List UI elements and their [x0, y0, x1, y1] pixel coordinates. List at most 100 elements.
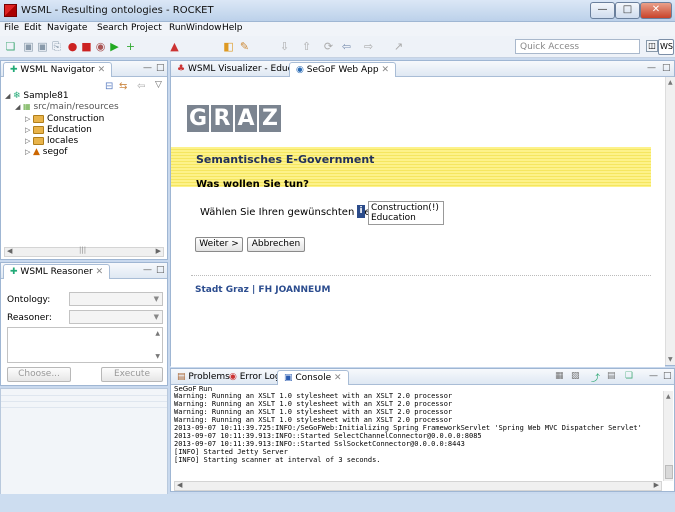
minimize-view-icon[interactable]: — — [143, 265, 152, 275]
divider — [1, 407, 167, 408]
console-output[interactable]: Warning: Running an XSLT 1.0 stylesheet … — [174, 392, 662, 464]
scroll-right-icon[interactable]: ▶ — [654, 481, 659, 489]
tree-item-source-folder[interactable]: ◢ ▦ src/main/resources — [15, 102, 119, 112]
tree-item-project[interactable]: ◢ ❄ Sample81 — [5, 91, 69, 101]
menu-help[interactable]: Help — [222, 23, 243, 33]
area-listbox[interactable]: Construction(!) Education — [368, 201, 444, 225]
scroll-left-icon[interactable]: ◀ — [7, 247, 12, 255]
scroll-up-icon[interactable]: ▲ — [668, 79, 673, 86]
choose-button[interactable]: Choose... — [7, 367, 71, 382]
wsml-tool-icon[interactable]: ▲ — [168, 40, 181, 53]
scroll-lock-icon[interactable]: ▦ — [555, 371, 564, 381]
scroll-thumb[interactable] — [665, 465, 673, 479]
execute-button[interactable]: Execute — [101, 367, 163, 382]
query-text-area[interactable]: ▲ ▼ — [7, 327, 163, 363]
menu-navigate[interactable]: Navigate — [47, 23, 87, 33]
close-tab-icon[interactable]: ✕ — [334, 373, 342, 383]
minimize-view-icon[interactable]: — — [649, 371, 658, 381]
tab-wsml-navigator[interactable]: ✚ WSML Navigator ✕ — [3, 62, 113, 77]
tab-segof-web-app[interactable]: ◉ SeGoF Web App ✕ — [289, 62, 396, 77]
close-tab-icon[interactable]: ✕ — [96, 267, 104, 277]
navigator-horizontal-scrollbar[interactable]: ◀ ||| ▶ — [4, 246, 164, 257]
tab-console[interactable]: ▣ Console ✕ — [277, 370, 349, 385]
back-icon[interactable]: ⇦ — [340, 40, 353, 53]
menu-run[interactable]: Run — [169, 23, 186, 33]
maximize-view-icon[interactable]: □ — [156, 265, 165, 275]
menu-project[interactable]: Project — [131, 23, 162, 33]
close-tab-icon[interactable]: ✕ — [381, 65, 389, 75]
cancel-button[interactable]: Abbrechen — [247, 237, 305, 252]
scroll-down-icon[interactable]: ▼ — [155, 353, 160, 360]
pencil-icon[interactable]: ✎ — [238, 40, 251, 53]
collapse-toggle-icon[interactable]: ▷ — [25, 126, 33, 134]
menu-window[interactable]: Window — [186, 23, 222, 33]
print-icon[interactable]: ⎘ — [50, 40, 63, 53]
tree-item-package[interactable]: ▷ ▲ segof — [25, 147, 67, 157]
next-button[interactable]: Weiter > — [195, 237, 243, 252]
next-annotation-icon[interactable]: ⇩ — [278, 40, 291, 53]
lower-left-panel — [0, 388, 168, 502]
console-vertical-scrollbar[interactable]: ▲ — [663, 391, 673, 481]
back-nav-icon[interactable]: ⇦ — [137, 81, 145, 92]
web-vertical-scrollbar[interactable]: ▲ ▼ — [665, 77, 675, 365]
external-icon[interactable]: ↗ — [392, 40, 405, 53]
console-horizontal-scrollbar[interactable]: ◀ ▶ — [174, 481, 662, 491]
maximize-view-icon[interactable]: □ — [663, 371, 672, 381]
pin-console-icon[interactable]: ⤴ — [591, 371, 600, 384]
scroll-down-icon[interactable]: ▼ — [668, 356, 673, 363]
close-tab-icon[interactable]: ✕ — [98, 65, 106, 75]
scroll-thumb-grip[interactable]: ||| — [79, 246, 86, 254]
visualizer-icon: ♣ — [177, 64, 186, 74]
save-all-icon[interactable]: ▣ — [36, 40, 49, 53]
menu-file[interactable]: File — [4, 23, 19, 33]
save-icon[interactable]: ▣ — [22, 40, 35, 53]
scroll-up-icon[interactable]: ▲ — [666, 393, 671, 400]
link-editor-icon[interactable]: ⇆ — [119, 81, 127, 92]
open-perspective-icon[interactable]: ◫ — [646, 40, 658, 52]
info-icon[interactable]: i — [357, 205, 365, 218]
collapse-toggle-icon[interactable]: ▷ — [25, 137, 33, 145]
prev-annotation-icon[interactable]: ⇧ — [300, 40, 313, 53]
forward-icon[interactable]: ⇨ — [362, 40, 375, 53]
menu-search[interactable]: Search — [97, 23, 128, 33]
open-console-icon[interactable]: ❏ — [625, 371, 633, 381]
scroll-up-icon[interactable]: ▲ — [155, 330, 160, 337]
minimize-button[interactable]: — — [590, 2, 615, 19]
add-icon[interactable]: + — [124, 40, 137, 53]
minimize-view-icon[interactable]: — — [143, 63, 152, 73]
stop-icon[interactable]: ■ — [80, 40, 93, 53]
minimize-view-icon[interactable]: — — [647, 63, 656, 73]
list-option[interactable]: Education — [371, 213, 441, 223]
tree-item-folder[interactable]: ▷ Education — [25, 125, 92, 135]
expand-toggle-icon[interactable]: ◢ — [15, 103, 23, 111]
ontology-select[interactable]: ▼ — [69, 292, 163, 306]
footer-links[interactable]: Stadt Graz | FH JOANNEUM — [195, 285, 330, 295]
collapse-all-icon[interactable]: ⊟ — [105, 81, 113, 92]
last-edit-icon[interactable]: ⟳ — [322, 40, 335, 53]
run-icon[interactable]: ▶ — [108, 40, 121, 53]
maximize-view-icon[interactable]: □ — [662, 63, 671, 73]
reasoner-select[interactable]: ▼ — [69, 310, 163, 324]
maximize-button[interactable]: □ — [615, 2, 640, 19]
toggle-icon[interactable]: ◉ — [94, 40, 107, 53]
display-console-icon[interactable]: ▤ — [607, 371, 616, 381]
menu-edit[interactable]: Edit — [24, 23, 41, 33]
tree-item-folder[interactable]: ▷ locales — [25, 136, 78, 146]
open-folder-icon[interactable]: ◧ — [222, 40, 235, 53]
tab-wsml-reasoner[interactable]: ✚ WSML Reasoner ✕ — [3, 264, 111, 279]
word-wrap-icon[interactable]: ▧ — [571, 371, 580, 381]
new-icon[interactable]: ❏ — [4, 40, 17, 53]
maximize-view-icon[interactable]: □ — [156, 63, 165, 73]
expand-toggle-icon[interactable]: ◢ — [5, 92, 13, 100]
debug-icon[interactable]: ● — [66, 40, 79, 53]
scroll-right-icon[interactable]: ▶ — [156, 247, 161, 255]
collapse-toggle-icon[interactable]: ▷ — [25, 148, 33, 156]
quick-access-input[interactable]: Quick Access — [515, 39, 640, 54]
scroll-left-icon[interactable]: ◀ — [177, 481, 182, 489]
view-menu-icon[interactable]: ▽ — [155, 80, 162, 90]
tree-item-folder[interactable]: ▷ Construction — [25, 114, 104, 124]
list-option[interactable]: Construction(!) — [371, 203, 441, 213]
close-button[interactable]: ✕ — [640, 2, 672, 19]
collapse-toggle-icon[interactable]: ▷ — [25, 115, 33, 123]
perspective-wsml-button[interactable]: WSML — [658, 39, 674, 55]
